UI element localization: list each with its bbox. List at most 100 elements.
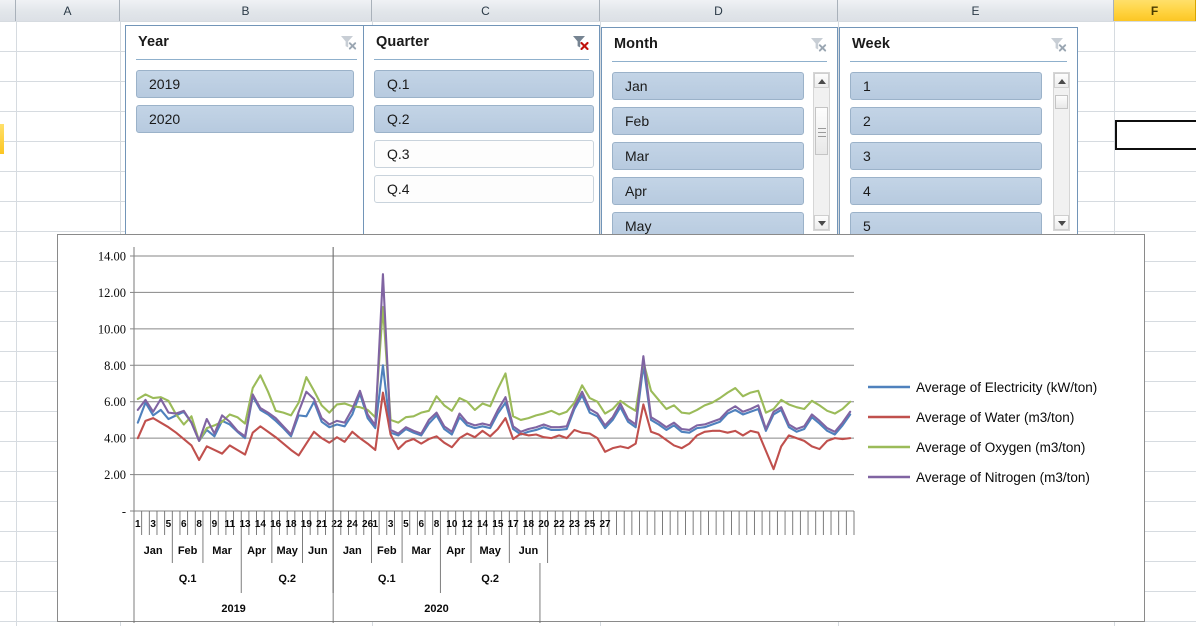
x-axis-week-label: 5 <box>166 519 172 530</box>
slicer-items-month[interactable]: Jan Feb Mar Apr May <box>602 64 837 239</box>
slicer-item-quarter-q.1[interactable]: Q.1 <box>374 70 594 98</box>
slicer-header-year: Year <box>126 26 367 58</box>
slicer-divider <box>374 59 589 60</box>
x-axis-week-label: 18 <box>285 519 297 530</box>
scroll-up-icon[interactable] <box>1054 73 1069 88</box>
active-cell[interactable] <box>1115 120 1196 150</box>
scrollbar-grip <box>818 132 826 133</box>
scrollbar-thumb[interactable] <box>815 107 828 155</box>
slicer-item-month-apr[interactable]: Apr <box>612 177 804 205</box>
slicer-year[interactable]: Year 2019 2020 <box>125 25 368 240</box>
x-axis-quarter-label: Q.2 <box>481 573 499 585</box>
y-axis-tick-label: 10.00 <box>98 322 126 336</box>
x-axis-week-label: 22 <box>554 519 566 530</box>
slicer-title-month: Month <box>614 36 658 52</box>
scroll-down-icon[interactable] <box>1054 215 1069 230</box>
x-axis-week-label: 27 <box>600 519 612 530</box>
x-axis-week-label: 15 <box>492 519 504 530</box>
scroll-down-icon[interactable] <box>814 215 829 230</box>
pivot-chart[interactable]: -2.00 4.00 6.00 8.00 10.00 12.00 14.00 1 3 5 6 8 9 11… <box>57 234 1145 623</box>
slicer-week[interactable]: Week 1 2 3 4 5 <box>839 27 1078 240</box>
x-axis-month-label: Mar <box>212 545 232 557</box>
slicer-quarter[interactable]: Quarter Q.1 Q.2 Q.3 Q.4 <box>363 25 600 240</box>
x-axis-week-label: 9 <box>212 519 218 530</box>
slicer-divider <box>136 59 357 60</box>
scrollbar-grip <box>818 136 826 137</box>
slicer-title-year: Year <box>138 34 170 50</box>
slicer-scrollbar-month[interactable] <box>813 72 830 231</box>
x-axis-week-label: 6 <box>418 519 424 530</box>
slicer-item-quarter-q.2[interactable]: Q.2 <box>374 105 594 133</box>
slicer-item-month-jan[interactable]: Jan <box>612 72 804 100</box>
grid-col-line <box>16 21 17 626</box>
slicer-month[interactable]: Month Jan Feb Mar Apr May <box>601 27 838 240</box>
column-header-row[interactable]: ABCDEF <box>0 0 1196 21</box>
x-axis-week-label: 3 <box>150 519 156 530</box>
x-axis-week-label: 11 <box>224 519 235 530</box>
slicer-scrollbar-week[interactable] <box>1053 72 1070 231</box>
slicer-item-month-mar[interactable]: Mar <box>612 142 804 170</box>
slicer-item-week-2[interactable]: 2 <box>850 107 1042 135</box>
scrollbar-thumb[interactable] <box>1055 95 1068 109</box>
y-axis-tick-label: 12.00 <box>98 286 126 300</box>
slicer-items-quarter[interactable]: Q.1 Q.2 Q.3 Q.4 <box>364 62 599 239</box>
x-axis-week-label: 12 <box>462 519 474 530</box>
slicer-divider <box>850 61 1067 62</box>
x-axis-week-label: 16 <box>270 519 282 530</box>
column-header-f[interactable]: F <box>1114 0 1196 21</box>
chart-canvas: -2.004.006.008.0010.0012.0014.001 3 5 6 8 9 11… <box>98 247 1097 623</box>
slicer-item-month-feb[interactable]: Feb <box>612 107 804 135</box>
column-header-c[interactable]: C <box>372 0 600 21</box>
scroll-up-icon[interactable] <box>814 73 829 88</box>
x-axis-week-label: 1 <box>372 519 378 530</box>
legend-label-water: Average of Water (m3/ton) <box>916 410 1074 425</box>
clear-filter-icon[interactable] <box>571 34 589 51</box>
series-line-nitrogen <box>136 273 852 442</box>
slicer-item-year-2019[interactable]: 2019 <box>136 70 354 98</box>
x-axis-year-label: 2020 <box>424 603 448 615</box>
x-axis-year-label: 2019 <box>221 603 245 615</box>
x-axis-week-label: 8 <box>434 519 440 530</box>
slicer-header-month: Month <box>602 28 837 60</box>
x-axis-month-label: Jun <box>519 545 539 557</box>
slicer-title-quarter: Quarter <box>376 34 430 50</box>
series-line-water <box>136 391 852 471</box>
x-axis-week-label: 1 <box>135 519 141 530</box>
column-header-b[interactable]: B <box>120 0 372 21</box>
x-axis-quarter-label: Q.1 <box>378 573 396 585</box>
y-axis-tick-label: 8.00 <box>104 359 126 373</box>
x-axis-week-label: 10 <box>446 519 458 530</box>
x-axis-week-label: 24 <box>347 519 359 530</box>
x-axis-month-label: May <box>479 545 501 557</box>
slicer-item-quarter-q.4[interactable]: Q.4 <box>374 175 594 203</box>
slicer-item-week-1[interactable]: 1 <box>850 72 1042 100</box>
x-axis-month-label: Jun <box>308 545 328 557</box>
x-axis-week-label: 6 <box>181 519 187 530</box>
slicer-items-week[interactable]: 12345 <box>840 64 1077 239</box>
slicer-item-year-2020[interactable]: 2020 <box>136 105 354 133</box>
clear-filter-icon[interactable] <box>1049 36 1067 52</box>
column-header-d[interactable]: D <box>600 0 838 21</box>
x-axis-week-label: 23 <box>569 519 581 530</box>
x-axis-month-label: Jan <box>343 545 362 557</box>
x-axis-week-label: 17 <box>508 519 520 530</box>
column-header-e[interactable]: E <box>838 0 1114 21</box>
slicer-item-week-4[interactable]: 4 <box>850 177 1042 205</box>
column-header-a[interactable]: A <box>16 0 120 21</box>
x-axis-month-label: Feb <box>178 545 198 557</box>
slicer-items-year[interactable]: 2019 2020 <box>126 62 367 239</box>
x-axis-quarter-label: Q.1 <box>179 573 197 585</box>
slicer-header-week: Week <box>840 28 1077 60</box>
select-all-corner[interactable] <box>0 0 16 21</box>
x-axis-week-label: 3 <box>388 519 394 530</box>
scrollbar-grip <box>818 128 826 129</box>
x-axis-week-label: 8 <box>196 519 202 530</box>
y-axis-tick-label: 2.00 <box>104 468 126 482</box>
clear-filter-icon[interactable] <box>339 34 357 50</box>
y-axis-tick-label: 6.00 <box>104 395 126 409</box>
y-axis-tick-label: - <box>122 505 126 519</box>
grid-row-line <box>0 21 1196 22</box>
clear-filter-icon[interactable] <box>809 36 827 52</box>
slicer-item-quarter-q.3[interactable]: Q.3 <box>374 140 594 168</box>
slicer-item-week-3[interactable]: 3 <box>850 142 1042 170</box>
